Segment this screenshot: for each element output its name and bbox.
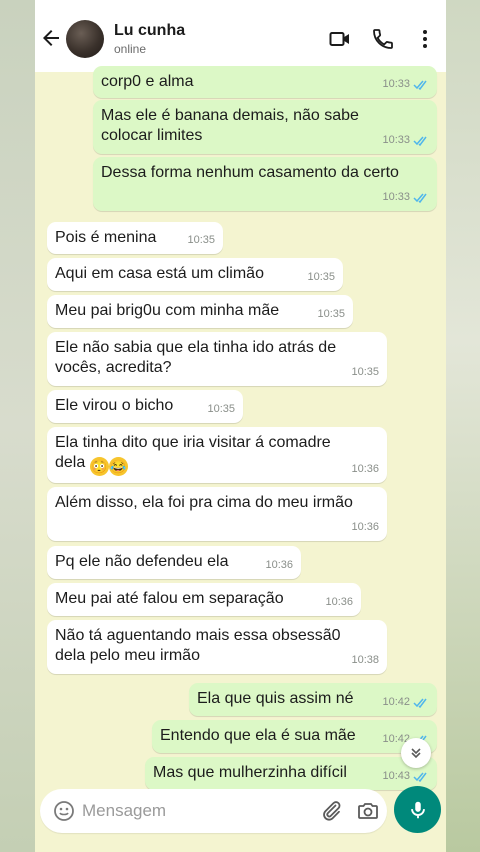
contact-status: online (114, 42, 147, 56)
message-bubble-incoming[interactable]: Pois é menina 10:35 (47, 222, 223, 254)
message-time: 10:36 (351, 521, 379, 533)
message-time: 10:36 (325, 596, 353, 608)
chevron-down-icon (411, 748, 421, 759)
message-bubble-incoming[interactable]: Ela tinha dito que iria visitar á comadr… (47, 427, 387, 483)
camera-button[interactable] (356, 799, 380, 823)
contact-name[interactable]: Lu cunha (114, 22, 185, 40)
message-text: Mas ele é banana demais, não sabe coloca… (101, 107, 359, 144)
read-ticks-icon (413, 772, 427, 782)
message-bubble-incoming[interactable]: Além disso, ela foi pra cima do meu irmã… (47, 487, 387, 541)
scroll-to-bottom-button[interactable] (401, 738, 431, 768)
message-bubble-outgoing[interactable]: Entendo que ela é sua mãe 10:42 (152, 720, 437, 753)
message-time: 10:33 (382, 191, 410, 203)
attach-icon (323, 801, 341, 821)
message-time: 10:35 (187, 234, 215, 246)
message-bubble-incoming[interactable]: Ele virou o bicho 10:35 (47, 390, 243, 423)
message-time: 10:42 (382, 696, 410, 708)
more-options-button[interactable] (413, 27, 437, 51)
message-text: Meu pai brig0u com minha mãe (55, 302, 280, 319)
read-ticks-icon (413, 80, 427, 90)
background-right (446, 0, 480, 852)
message-text: Meu pai até falou em separação (55, 590, 284, 607)
background-left (0, 0, 35, 852)
message-text: Dessa forma nenhum casamento da certo (101, 164, 399, 181)
message-time: 10:36 (351, 463, 379, 475)
more-vert-icon (423, 30, 427, 48)
flushed-face-emoji: 😳 (89, 457, 109, 476)
phone-icon (373, 29, 393, 49)
video-call-button[interactable] (328, 27, 352, 51)
message-time: 10:38 (351, 654, 379, 666)
message-composer (40, 789, 387, 833)
read-ticks-icon (413, 193, 427, 203)
video-call-icon (329, 32, 349, 46)
message-bubble-outgoing[interactable]: corp0 e alma 10:33 (93, 66, 437, 98)
back-button[interactable] (39, 26, 63, 50)
message-text: Ela tinha dito que iria visitar á comadr… (55, 433, 379, 476)
message-text: corp0 e alma (101, 73, 194, 90)
message-bubble-outgoing[interactable]: Mas que mulherzinha difícil 10:43 (145, 757, 437, 790)
message-time: 10:33 (382, 134, 410, 146)
message-text: Não tá aguentando mais essa obsessã0 del… (55, 627, 341, 664)
message-bubble-outgoing[interactable]: Ela que quis assim né 10:42 (189, 683, 437, 716)
message-bubble-outgoing[interactable]: Dessa forma nenhum casamento da certo 10… (93, 157, 437, 211)
chat-header: Lu cunha online (35, 0, 446, 72)
emoji-icon (54, 801, 74, 821)
message-text: Aqui em casa está um climão (55, 265, 264, 282)
read-ticks-icon (413, 136, 427, 146)
message-time: 10:35 (207, 403, 235, 415)
message-bubble-incoming[interactable]: Pq ele não defendeu ela 10:36 (47, 546, 301, 579)
message-text: Pq ele não defendeu ela (55, 553, 229, 570)
message-bubble-incoming[interactable]: Meu pai até falou em separação 10:36 (47, 583, 361, 616)
voice-message-button[interactable] (394, 786, 441, 833)
message-time: 10:35 (307, 271, 335, 283)
message-time: 10:35 (351, 366, 379, 378)
message-time: 10:36 (265, 559, 293, 571)
voice-call-button[interactable] (371, 27, 395, 51)
message-bubble-incoming[interactable]: Não tá aguentando mais essa obsessã0 del… (47, 620, 387, 674)
message-text: Além disso, ela foi pra cima do meu irmã… (55, 494, 353, 511)
message-bubble-incoming[interactable]: Aqui em casa está um climão 10:35 (47, 258, 343, 291)
emoji-button[interactable] (52, 799, 76, 823)
message-time: 10:35 (317, 308, 345, 320)
read-ticks-icon (413, 698, 427, 708)
avatar[interactable] (66, 20, 104, 58)
back-arrow-icon (43, 30, 59, 46)
message-text: Ele não sabia que ela tinha ido atrás de… (55, 339, 337, 376)
message-input[interactable] (82, 797, 302, 825)
message-bubble-outgoing[interactable]: Mas ele é banana demais, não sabe coloca… (93, 100, 437, 154)
chat-screen: Lu cunha online corp0 e alma 10:33 Mas e… (35, 0, 446, 852)
message-time: 10:43 (382, 770, 410, 782)
attach-button[interactable] (319, 799, 343, 823)
camera-icon (358, 803, 378, 819)
message-bubble-incoming[interactable]: Ele não sabia que ela tinha ido atrás de… (47, 332, 387, 386)
message-time: 10:33 (382, 78, 410, 90)
message-bubble-incoming[interactable]: Meu pai brig0u com minha mãe 10:35 (47, 295, 353, 328)
message-list[interactable]: corp0 e alma 10:33 Mas ele é banana dema… (35, 66, 446, 790)
tears-of-joy-emoji: 😂 (108, 457, 128, 476)
mic-icon (410, 801, 425, 818)
